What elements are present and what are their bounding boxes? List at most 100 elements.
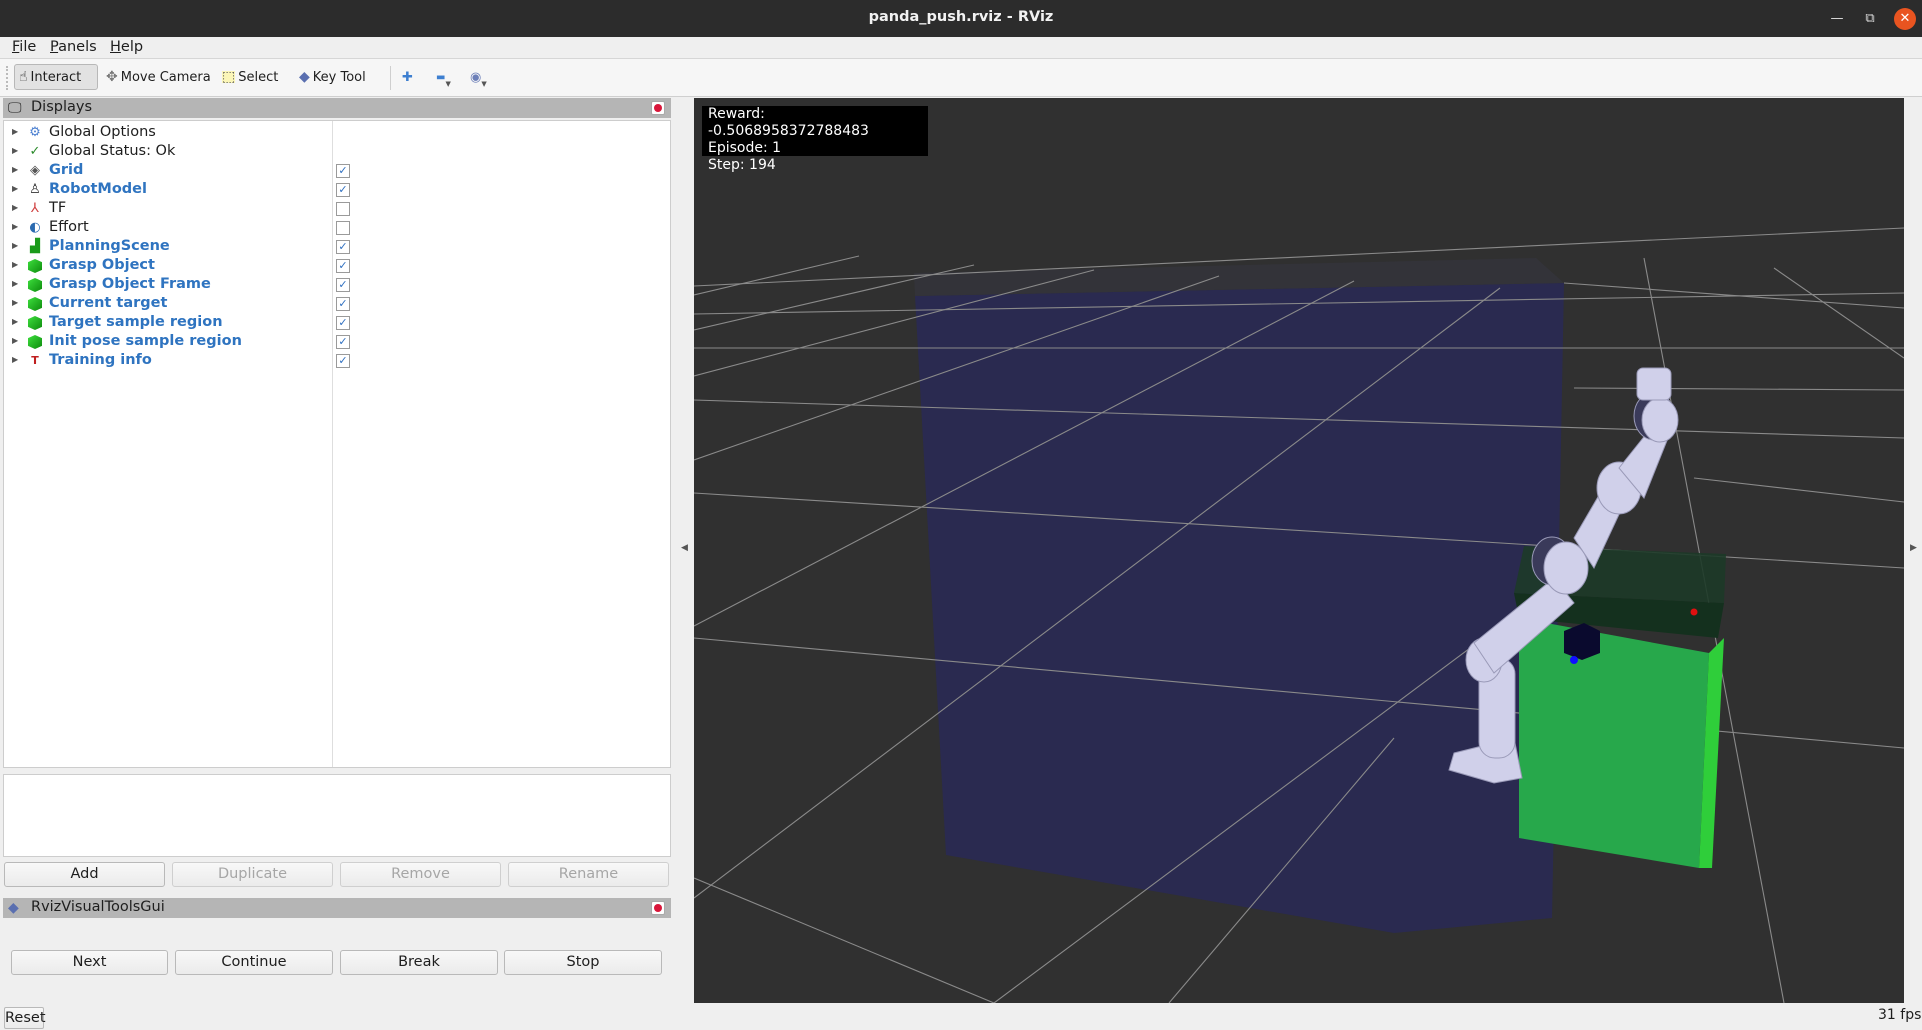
continue-button[interactable]: Continue: [175, 950, 333, 975]
expand-arrow-icon[interactable]: ▶: [12, 260, 18, 269]
display-enable-checkbox[interactable]: [336, 202, 350, 216]
select-box-icon: ⬚: [222, 69, 236, 85]
expand-arrow-icon[interactable]: ▶: [12, 127, 18, 136]
display-enable-checkbox[interactable]: [336, 221, 350, 235]
display-item-global-options[interactable]: ▶ ⚙ Global Options: [4, 124, 664, 143]
expand-arrow-icon[interactable]: ▶: [12, 279, 18, 288]
reset-button[interactable]: Reset: [4, 1007, 46, 1029]
expand-arrow-icon[interactable]: ▶: [12, 241, 18, 250]
marker-cube-icon: [26, 333, 44, 351]
key-diamond-icon: ◆: [8, 900, 19, 916]
display-enable-checkbox[interactable]: ✓: [336, 297, 350, 311]
expand-arrow-icon[interactable]: ▶: [12, 165, 18, 174]
menu-help-mnemonic: H: [110, 39, 121, 55]
hand-pointer-icon: ☝: [19, 69, 28, 85]
display-item-label: TF: [49, 200, 67, 216]
display-enable-checkbox[interactable]: ✓: [336, 335, 350, 349]
collapse-right-arrow-icon[interactable]: ▶: [1910, 543, 1917, 553]
display-enable-checkbox[interactable]: ✓: [336, 183, 350, 197]
tool-select[interactable]: ⬚ Select: [218, 64, 282, 90]
menu-help[interactable]: Help: [110, 39, 143, 55]
expand-arrow-icon[interactable]: ▶: [12, 203, 18, 212]
remove-tool-icon: ▬: [436, 71, 446, 83]
view-menu-button[interactable]: ◉ ▼: [466, 64, 491, 90]
expand-arrow-icon[interactable]: ▶: [12, 298, 18, 307]
display-enable-checkbox[interactable]: ✓: [336, 316, 350, 330]
tool-key[interactable]: ◆ Key Tool: [295, 64, 370, 90]
display-item-label: Grasp Object: [49, 257, 155, 273]
expand-arrow-icon[interactable]: ▶: [12, 317, 18, 326]
right-dock-splitter[interactable]: ▶: [1904, 98, 1922, 1003]
marker-cube-icon: [26, 295, 44, 313]
visual-tools-panel-title: RvizVisualToolsGui: [31, 899, 165, 915]
display-item-global-status-ok[interactable]: ▶ ✓ Global Status: Ok: [4, 143, 664, 162]
close-displays-panel-button[interactable]: [651, 101, 665, 115]
rename-display-button[interactable]: Rename: [508, 862, 669, 887]
reward-text: Reward: -0.5068958372788483: [708, 106, 869, 139]
menu-panels[interactable]: Panels: [50, 39, 97, 55]
toolbar-grip[interactable]: [6, 66, 9, 90]
display-item-grid[interactable]: ▶ ◈ Grid ✓: [4, 162, 664, 181]
tf-axes-icon: ⅄: [31, 201, 39, 216]
add-tool-button[interactable]: ✚: [398, 64, 417, 90]
fps-readout: 31 fps: [1878, 1007, 1922, 1023]
next-button[interactable]: Next: [11, 950, 168, 975]
display-enable-checkbox[interactable]: ✓: [336, 354, 350, 368]
maximize-button[interactable]: ⧉: [1859, 8, 1881, 30]
step-text: Step: 194: [708, 157, 776, 173]
duplicate-display-button[interactable]: Duplicate: [172, 862, 333, 887]
display-item-planningscene[interactable]: ▶ ▟ PlanningScene ✓: [4, 238, 664, 257]
display-item-grasp-object[interactable]: ▶ Grasp Object ✓: [4, 257, 664, 276]
expand-arrow-icon[interactable]: ▶: [12, 146, 18, 155]
display-item-init-pose-sample-region[interactable]: ▶ Init pose sample region ✓: [4, 333, 664, 352]
add-tool-icon: ✚: [402, 69, 413, 85]
expand-arrow-icon[interactable]: ▶: [12, 336, 18, 345]
displays-panel-title: Displays: [31, 99, 93, 115]
display-item-current-target[interactable]: ▶ Current target ✓: [4, 295, 664, 314]
render-viewport[interactable]: Reward: -0.5068958372788483 Episode: 1 S…: [694, 98, 1904, 1003]
scene-3d[interactable]: [694, 98, 1904, 1003]
display-enable-checkbox[interactable]: ✓: [336, 259, 350, 273]
display-item-label: Global Options: [49, 124, 156, 140]
display-item-target-sample-region[interactable]: ▶ Target sample region ✓: [4, 314, 664, 333]
left-dock-splitter[interactable]: ◀: [671, 98, 694, 1003]
display-enable-checkbox[interactable]: ✓: [336, 164, 350, 178]
expand-arrow-icon[interactable]: ▶: [12, 184, 18, 193]
display-item-training-info[interactable]: ▶ T Training info ✓: [4, 352, 664, 371]
display-item-label: Training info: [49, 352, 152, 368]
init-pose-sample-region: [915, 283, 1564, 933]
key-diamond-icon: ◆: [299, 69, 310, 85]
display-item-label: PlanningScene: [49, 238, 170, 254]
current-target-marker: [1690, 608, 1698, 616]
menu-file[interactable]: File: [12, 39, 36, 55]
remove-tool-button[interactable]: ▬ ▼: [432, 64, 455, 90]
display-item-tf[interactable]: ▶ ⅄ TF: [4, 200, 664, 219]
robot-model-icon: ♙: [29, 182, 41, 197]
grid-icon: ◈: [30, 163, 40, 178]
visual-tools-panel-header: ◆ RvizVisualToolsGui: [3, 898, 671, 918]
close-visual-tools-panel-button[interactable]: [651, 901, 665, 915]
display-enable-checkbox[interactable]: ✓: [336, 278, 350, 292]
display-item-label: RobotModel: [49, 181, 147, 197]
effort-icon: ◐: [29, 220, 41, 235]
display-item-label: Grid: [49, 162, 84, 178]
tool-interact[interactable]: ☝ Interact: [14, 64, 98, 90]
tool-move-camera[interactable]: ✥ Move Camera: [102, 64, 215, 90]
minimize-button[interactable]: —: [1826, 8, 1848, 30]
stop-button[interactable]: Stop: [504, 950, 662, 975]
display-item-robotmodel[interactable]: ▶ ♙ RobotModel ✓: [4, 181, 664, 200]
display-enable-checkbox[interactable]: ✓: [336, 240, 350, 254]
close-window-button[interactable]: ✕: [1894, 8, 1916, 30]
collapse-left-arrow-icon[interactable]: ◀: [681, 543, 688, 553]
remove-display-button[interactable]: Remove: [340, 862, 501, 887]
display-item-effort[interactable]: ▶ ◐ Effort: [4, 219, 664, 238]
marker-cube-icon: [26, 257, 44, 275]
display-item-label: Current target: [49, 295, 168, 311]
expand-arrow-icon[interactable]: ▶: [12, 355, 18, 364]
add-display-button[interactable]: Add: [4, 862, 165, 887]
grasp-object-frame-marker: [1570, 656, 1578, 664]
target-sample-region: [1519, 618, 1709, 868]
display-item-grasp-object-frame[interactable]: ▶ Grasp Object Frame ✓: [4, 276, 664, 295]
break-button[interactable]: Break: [340, 950, 498, 975]
expand-arrow-icon[interactable]: ▶: [12, 222, 18, 231]
